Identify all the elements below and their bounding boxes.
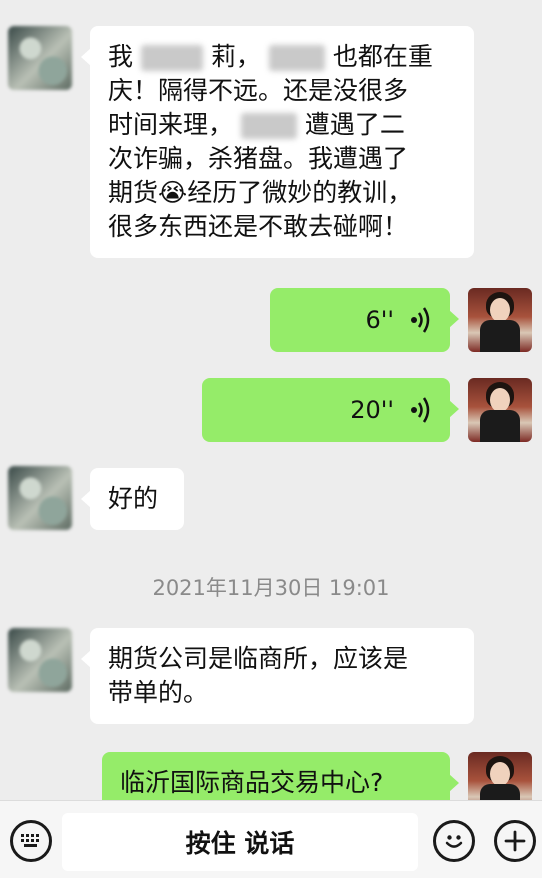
chat-area[interactable]: 我 莉， 也都在重 庆！隔得不远。还是没很多 时间来理， 遭遇了二 次诈骗，杀猪… — [0, 0, 542, 800]
keyboard-icon[interactable] — [10, 820, 52, 862]
self-avatar[interactable] — [468, 752, 532, 800]
redacted-text — [140, 45, 203, 71]
message-text: 莉， — [210, 42, 261, 71]
redacted-text — [240, 113, 297, 139]
self-avatar[interactable] — [468, 288, 532, 352]
message-line: 庆！隔得不远。还是没很多 — [108, 76, 409, 105]
contact-avatar[interactable] — [8, 466, 72, 530]
message-text: 临沂国际商品交易中心? — [120, 768, 384, 797]
voice-wave-icon — [411, 397, 430, 423]
message-bubble-outgoing[interactable]: 临沂国际商品交易中心? — [102, 752, 459, 800]
input-bar: 按住 说话 — [0, 800, 542, 878]
message-bubble-incoming[interactable]: 好的 — [81, 468, 184, 530]
voice-wave-icon — [411, 307, 430, 333]
message-text: 也都在重 — [332, 42, 433, 71]
message-line: 很多东西还是不敢去碰啊！ — [108, 212, 409, 241]
voice-message-bubble[interactable]: 6'' — [270, 288, 459, 352]
message-text: 时间来理， — [108, 110, 234, 139]
voice-duration: 6'' — [365, 306, 394, 334]
message-line: 时间来理， 遭遇了二 — [108, 108, 456, 142]
message-text: 经历了微妙的教训， — [187, 178, 413, 207]
redacted-text — [268, 45, 325, 71]
message-line: 次诈骗，杀猪盘。我遭遇了 — [108, 144, 409, 173]
message-text: 好的 — [108, 484, 159, 513]
plus-icon[interactable] — [494, 820, 536, 862]
crying-emoji-icon: 😭 — [158, 178, 188, 207]
message-line: 期货公司是临商所，应该是 — [108, 644, 409, 673]
message-bubble-incoming[interactable]: 期货公司是临商所，应该是 带单的。 — [81, 628, 474, 724]
voice-duration: 20'' — [350, 396, 394, 424]
message-line: 带单的。 — [108, 678, 209, 707]
message-line: 期货😭经历了微妙的教训， — [108, 176, 456, 210]
contact-avatar[interactable] — [8, 26, 72, 90]
message-text: 期货 — [108, 178, 159, 207]
emoji-icon[interactable] — [433, 820, 475, 862]
message-line: 我 莉， 也都在重 — [108, 40, 456, 74]
message-bubble-incoming[interactable]: 我 莉， 也都在重 庆！隔得不远。还是没很多 时间来理， 遭遇了二 次诈骗，杀猪… — [81, 26, 474, 258]
hold-to-talk-button[interactable]: 按住 说话 — [62, 813, 418, 871]
message-text: 遭遇了二 — [304, 110, 405, 139]
message-timestamp: 2021年11月30日 19:01 — [152, 576, 390, 600]
voice-message-bubble[interactable]: 20'' — [202, 378, 459, 442]
message-text: 我 — [108, 42, 134, 71]
self-avatar[interactable] — [468, 378, 532, 442]
contact-avatar[interactable] — [8, 628, 72, 692]
